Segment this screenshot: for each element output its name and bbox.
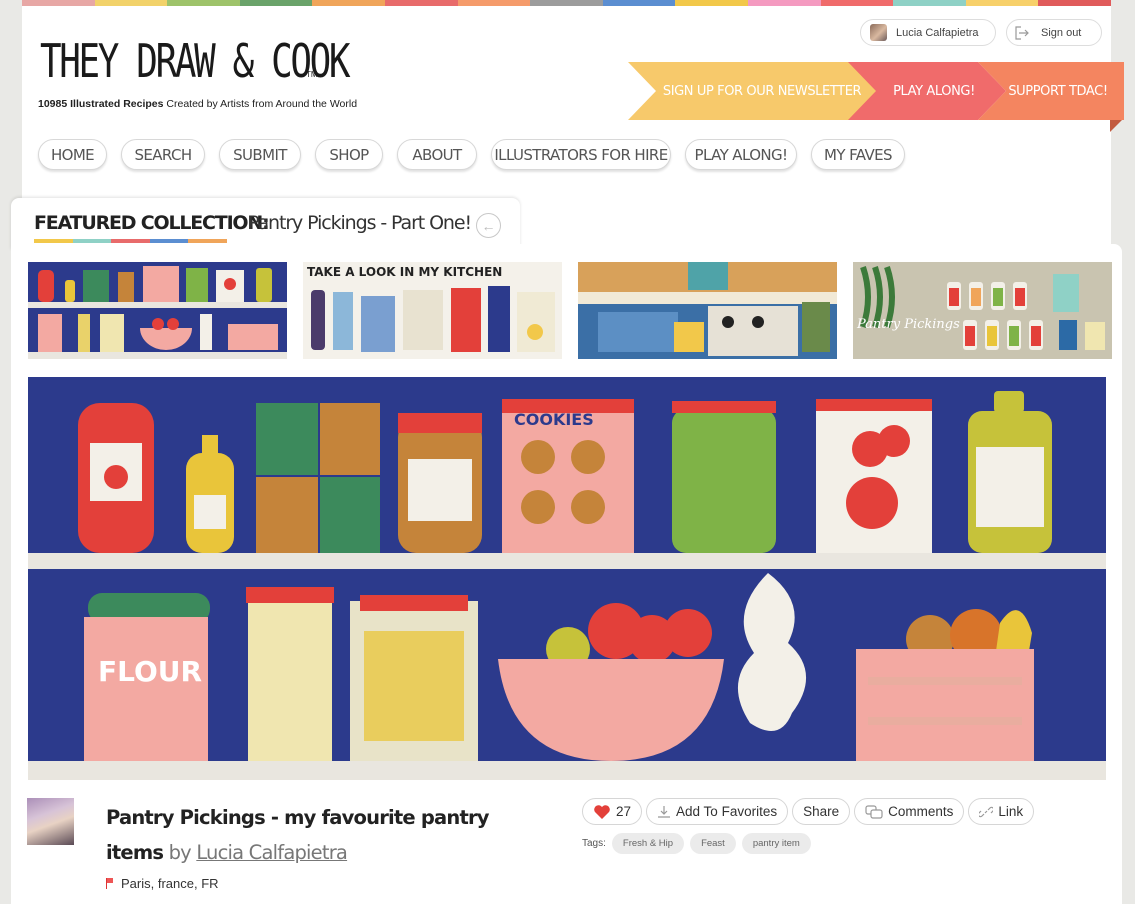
post-title: Pantry Pickings - my favourite pantry it… [106,800,546,870]
flour-label: FLOUR [98,655,202,688]
site-logo[interactable]: THEY DRAW & COOK [40,34,351,88]
nav-my-faves[interactable]: MY FAVES [811,139,905,170]
author-link[interactable]: Lucia Calfapietra [196,841,348,864]
add-to-favorites-button[interactable]: Add To Favorites [646,798,789,825]
main-content: TAKE A LOOK IN MY KITCHEN Pantry Picking… [11,244,1122,904]
user-profile-button[interactable]: Lucia Calfapietra [860,19,996,46]
link-label: Link [998,804,1024,819]
underline-segment [34,239,73,243]
underline-segment [149,239,189,243]
collection-thumbnails: TAKE A LOOK IN MY KITCHEN Pantry Picking… [28,262,1128,359]
like-button[interactable]: 27 [582,798,643,825]
main-nav: HOME SEARCH SUBMIT SHOP ABOUT ILLUSTRATO… [38,139,919,170]
sign-out-label: Sign out [1041,26,1082,39]
nav-home[interactable]: HOME [38,139,107,170]
heart-icon [594,804,610,819]
kitchen-scene-thumb[interactable] [578,262,837,359]
link-button[interactable]: Link [968,798,1035,825]
underline-segment [188,239,227,243]
user-name: Lucia Calfapietra [896,26,979,39]
share-label: Share [803,804,840,819]
download-icon [658,805,671,818]
tag-feast[interactable]: Feast [690,833,736,854]
comments-label: Comments [888,804,954,819]
tagline-text: Created by Artists from Around the World [163,98,358,110]
thumb-caption-pantry: Pantry Pickings [856,317,960,332]
newsletter-signup-ribbon[interactable]: SIGN UP FOR OUR NEWSLETTER [628,62,878,120]
underline-segment [111,239,150,243]
nav-shop[interactable]: SHOP [315,139,383,170]
featured-collection-title[interactable]: Pantry Pickings - Part One! [248,212,472,234]
featured-underline [34,239,227,243]
nav-about[interactable]: ABOUT [397,139,477,170]
logo-trademark: TM [306,70,318,79]
hero-illustration[interactable]: COOKIES FLOUR [28,377,1106,780]
promo-ribbons: SIGN UP FOR OUR NEWSLETTER PLAY ALONG! S… [628,62,1135,120]
link-icon [979,806,994,817]
nav-search[interactable]: SEARCH [121,139,205,170]
back-arrow-icon[interactable]: ← [476,213,501,238]
tags-label: Tags: [582,838,606,849]
author-avatar[interactable] [27,798,74,845]
post-tags: Tags: Fresh & Hip Feast pantry item [582,833,811,854]
share-button[interactable]: Share [792,798,851,825]
sign-out-button[interactable]: Sign out [1006,19,1102,46]
user-avatar [870,24,887,41]
recipe-count: 10985 Illustrated Recipes [38,98,164,110]
ribbon-fold [1110,120,1122,132]
nav-submit[interactable]: SUBMIT [219,139,301,170]
comments-icon [865,804,883,819]
featured-collection-label: FEATURED COLLECTION: [34,212,270,234]
nav-play-along[interactable]: PLAY ALONG! [685,139,797,170]
cookies-label: COOKIES [514,410,594,429]
nav-illustrators-for-hire[interactable]: ILLUSTRATORS FOR HIRE [491,139,671,170]
site-tagline: 10985 Illustrated Recipes Created by Art… [38,98,357,110]
underline-segment [72,239,112,243]
pantry-shelves-thumb[interactable] [28,262,287,359]
featured-collection-tab: FEATURED COLLECTION: Pantry Pickings - P… [11,198,520,250]
flag-icon [106,878,115,889]
author-location: Paris, france, FR [106,876,219,891]
post-actions: 27 Add To Favorites Share Comments Link [582,798,1038,825]
comments-button[interactable]: Comments [854,798,965,825]
tag-pantry-item[interactable]: pantry item [741,833,811,854]
thumb-caption-kitchen: TAKE A LOOK IN MY KITCHEN [307,265,502,279]
add-to-favorites-label: Add To Favorites [676,804,778,819]
take-a-look-in-my-kitchen-thumb[interactable]: TAKE A LOOK IN MY KITCHEN [303,262,562,359]
tag-fresh-hip[interactable]: Fresh & Hip [611,833,685,854]
like-count: 27 [616,804,632,819]
pantry-pickings-jars-thumb[interactable]: Pantry Pickings [853,262,1112,359]
location-text: Paris, france, FR [121,876,219,891]
post-by: by [168,841,192,864]
sign-out-icon [1015,25,1029,40]
